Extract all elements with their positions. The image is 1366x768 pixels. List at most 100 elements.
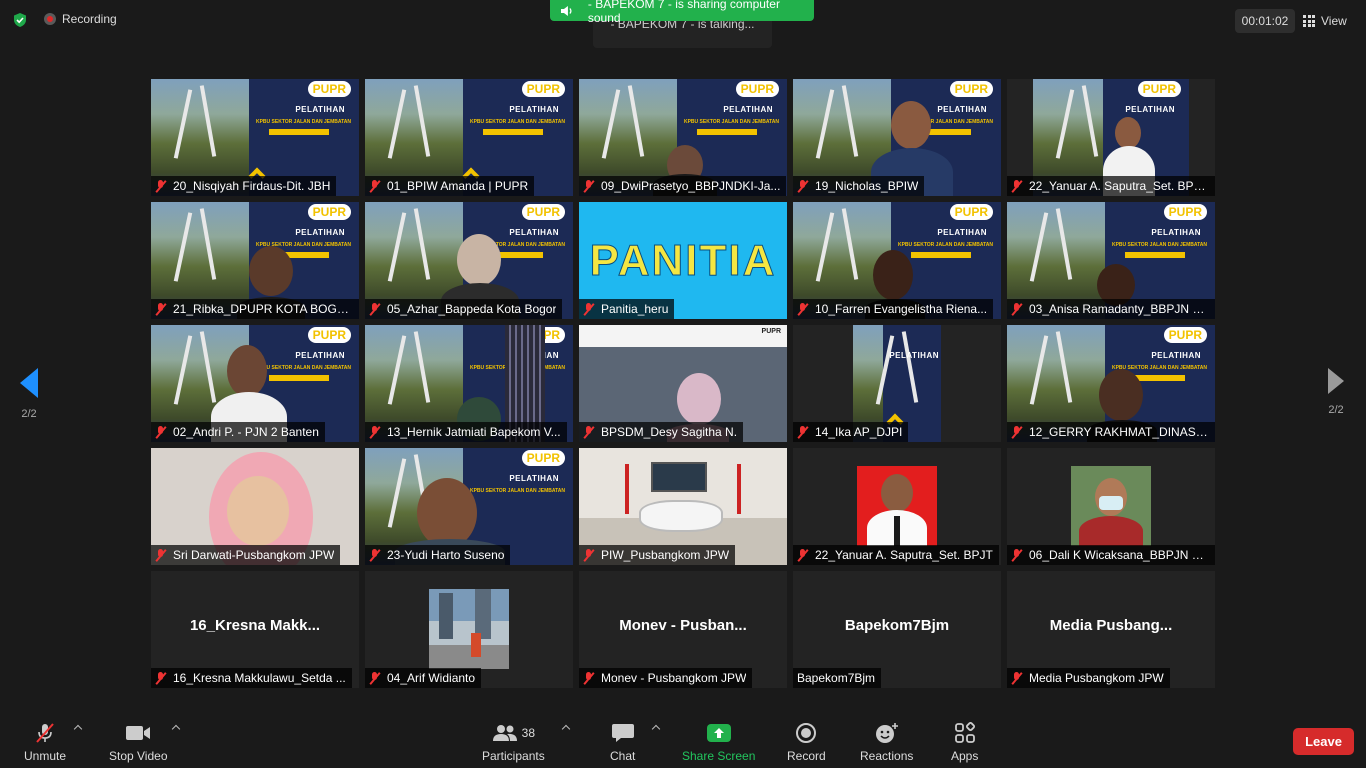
participant-tile[interactable]: PUPRPELATIHANKPBU SEKTOR JALAN DAN JEMBA… [365,79,573,196]
sharing-banner[interactable]: - BAPEKOM 7 - is sharing computer sound [550,0,814,25]
participant-name-label: Bapekom7Bjm [793,668,882,688]
participant-tile[interactable]: PANITIA Panitia_heru [579,202,787,319]
participant-name-label: 12_GERRY RAKHMAT_DINAS P... [1007,422,1215,442]
share-screen-label: Share Screen [682,749,756,763]
participant-display-name: 16_Kresna Makk... [189,617,321,634]
meeting-toolbar: Unmute Stop Video 38 Participants Chat S… [0,710,1366,768]
participant-tile[interactable]: 04_Arif Widianto [365,571,573,688]
mic-muted-icon [797,179,809,193]
stop-video-button[interactable]: Stop Video [109,722,168,763]
recording-icon [44,13,56,25]
stop-video-label: Stop Video [109,749,168,763]
participant-tile[interactable]: 22_Yanuar A. Saputra_Set. BPJT [793,448,1001,565]
apps-button[interactable]: Apps [951,722,978,763]
participant-name-label: 01_BPIW Amanda | PUPR [365,176,535,196]
mic-muted-icon [1011,302,1023,316]
profile-photo [857,466,937,546]
participant-tile[interactable]: PUPRPELATIHANKPBU SEKTOR JALAN DAN JEMBA… [365,448,573,565]
participant-tile[interactable]: Sri Darwati-Pusbangkom JPW [151,448,359,565]
audio-options-chevron-icon[interactable] [73,724,83,734]
participant-name-label: 03_Anisa Ramadanty_BBPJN D... [1007,299,1215,319]
participant-name-label: 13_Hernik Jatmiati Bapekom V... [365,422,567,442]
participant-tile[interactable]: PUPRPELATIHANKPBU SEKTOR JALAN DAN JEMBA… [579,79,787,196]
participant-tile[interactable]: PUPRPELATIHANKPBU SEKTOR JALAN DAN JEMBA… [1007,202,1215,319]
participant-tile[interactable]: PIW_Pusbangkom JPW [579,448,787,565]
profile-photo [429,589,509,669]
previous-page-button[interactable]: 2/2 [14,368,44,420]
participant-name-label: 19_Nicholas_BPIW [793,176,925,196]
video-options-chevron-icon[interactable] [171,724,181,734]
chat-icon [611,724,634,742]
participant-tile[interactable]: Monev - Pusban... Monev - Pusbangkom JPW [579,571,787,688]
unmute-button[interactable]: Unmute [24,722,66,763]
share-screen-icon [706,724,731,742]
participant-name-label: Sri Darwati-Pusbangkom JPW [151,545,341,565]
profile-photo [1071,466,1151,546]
record-icon [796,723,817,743]
participant-tile[interactable]: PUPR PELATIHAN 22_Yanuar A. Saputra_Set. … [1007,79,1215,196]
mic-muted-icon [155,179,167,193]
mic-muted-icon [369,548,381,562]
participant-name-label: 10_Farren Evangelistha Riena... [793,299,994,319]
chat-options-chevron-icon[interactable] [651,724,661,734]
next-page-button[interactable]: 2/2 [1321,368,1351,416]
share-screen-button[interactable]: Share Screen [682,722,755,763]
participant-tile[interactable]: PELATIHAN 14_Ika AP_DJPI [793,325,1001,442]
participant-name-label: PIW_Pusbangkom JPW [579,545,736,565]
participant-tile[interactable]: 16_Kresna Makk... 16_Kresna Makkulawu_Se… [151,571,359,688]
view-label: View [1321,14,1347,28]
recording-indicator[interactable]: Recording [44,12,117,26]
participant-name-label: BPSDM_Desy Sagitha N. [579,422,744,442]
participant-name-label: Monev - Pusbangkom JPW [579,668,753,688]
participant-name-label: 02_Andri P. - PJN 2 Banten [151,422,325,442]
participant-name-label: 16_Kresna Makkulawu_Setda ... [151,668,352,688]
leave-button[interactable]: Leave [1293,728,1354,755]
participant-tile[interactable]: PUPRPELATIHANKPBU SEKTOR JALAN DAN JEMBA… [365,202,573,319]
arrow-right-icon [1328,368,1344,394]
mic-muted-icon [369,671,381,685]
participants-button[interactable]: 38 Participants [482,722,545,763]
security-shield-icon[interactable] [12,12,28,28]
participant-tile[interactable]: PUPRPELATIHANKPBU SEKTOR JALAN DAN JEMBA… [151,202,359,319]
record-button[interactable]: Record [787,722,826,763]
participants-count: 38 [521,726,536,740]
mic-muted-icon [1011,179,1023,193]
participant-tile[interactable]: PUPRPELATIHANKPBU SEKTOR JALAN DAN JEMBA… [1007,325,1215,442]
meeting-timer: 00:01:02 [1235,9,1295,33]
apps-icon [954,722,975,743]
mic-muted-icon [1011,548,1023,562]
grid-view-icon [1303,15,1315,27]
participant-tile[interactable]: Media Pusbang... Media Pusbangkom JPW [1007,571,1215,688]
mic-muted-icon [155,548,167,562]
participant-name-label: 09_DwiPrasetyo_BBPJNDKI-Ja... [579,176,787,196]
participants-options-chevron-icon[interactable] [561,724,571,734]
view-button[interactable]: View [1303,9,1347,33]
participant-tile[interactable]: 06_Dali K Wicaksana_BBPJN S... [1007,448,1215,565]
mic-muted-icon [583,548,595,562]
speaker-icon [560,5,572,16]
mic-muted-icon [369,179,381,193]
unmute-label: Unmute [24,749,67,763]
participant-name-label: Media Pusbangkom JPW [1007,668,1170,688]
participant-tile[interactable]: PUPRPELATIHANKPBU SEKTOR JALAN DAN JEMBA… [793,79,1001,196]
page-indicator-right: 2/2 [1328,404,1344,416]
mic-muted-icon [1011,671,1023,685]
mic-muted-icon [155,425,167,439]
participant-tile[interactable]: PUPRPELATIHANKPBU SEKTOR JALAN DAN JEMBA… [151,325,359,442]
microphone-muted-icon [36,723,54,743]
chat-button[interactable]: Chat [610,722,635,763]
participant-tile[interactable]: PUPR BPSDM_Desy Sagitha N. [579,325,787,442]
mic-muted-icon [583,425,595,439]
participant-display-name: Media Pusbang... [1049,617,1173,634]
chat-label: Chat [610,749,636,763]
participant-name-label: Panitia_heru [579,299,675,319]
reactions-button[interactable]: Reactions [860,722,913,763]
reactions-label: Reactions [860,749,914,763]
reactions-smiley-icon [875,723,898,743]
participant-tile[interactable]: Bapekom7Bjm Bapekom7Bjm [793,571,1001,688]
participant-tile[interactable]: PUPRPELATIHANKPBU SEKTOR JALAN DAN JEMBA… [151,79,359,196]
participant-name-label: 23-Yudi Harto Suseno [365,545,511,565]
participant-tile[interactable]: PUPRPELATIHANKPBU SEKTOR JALAN DAN JEMBA… [793,202,1001,319]
apps-label: Apps [951,749,979,763]
participant-tile[interactable]: PUPRPELATIHANKPBU SEKTOR JALAN DAN JEMBA… [365,325,573,442]
